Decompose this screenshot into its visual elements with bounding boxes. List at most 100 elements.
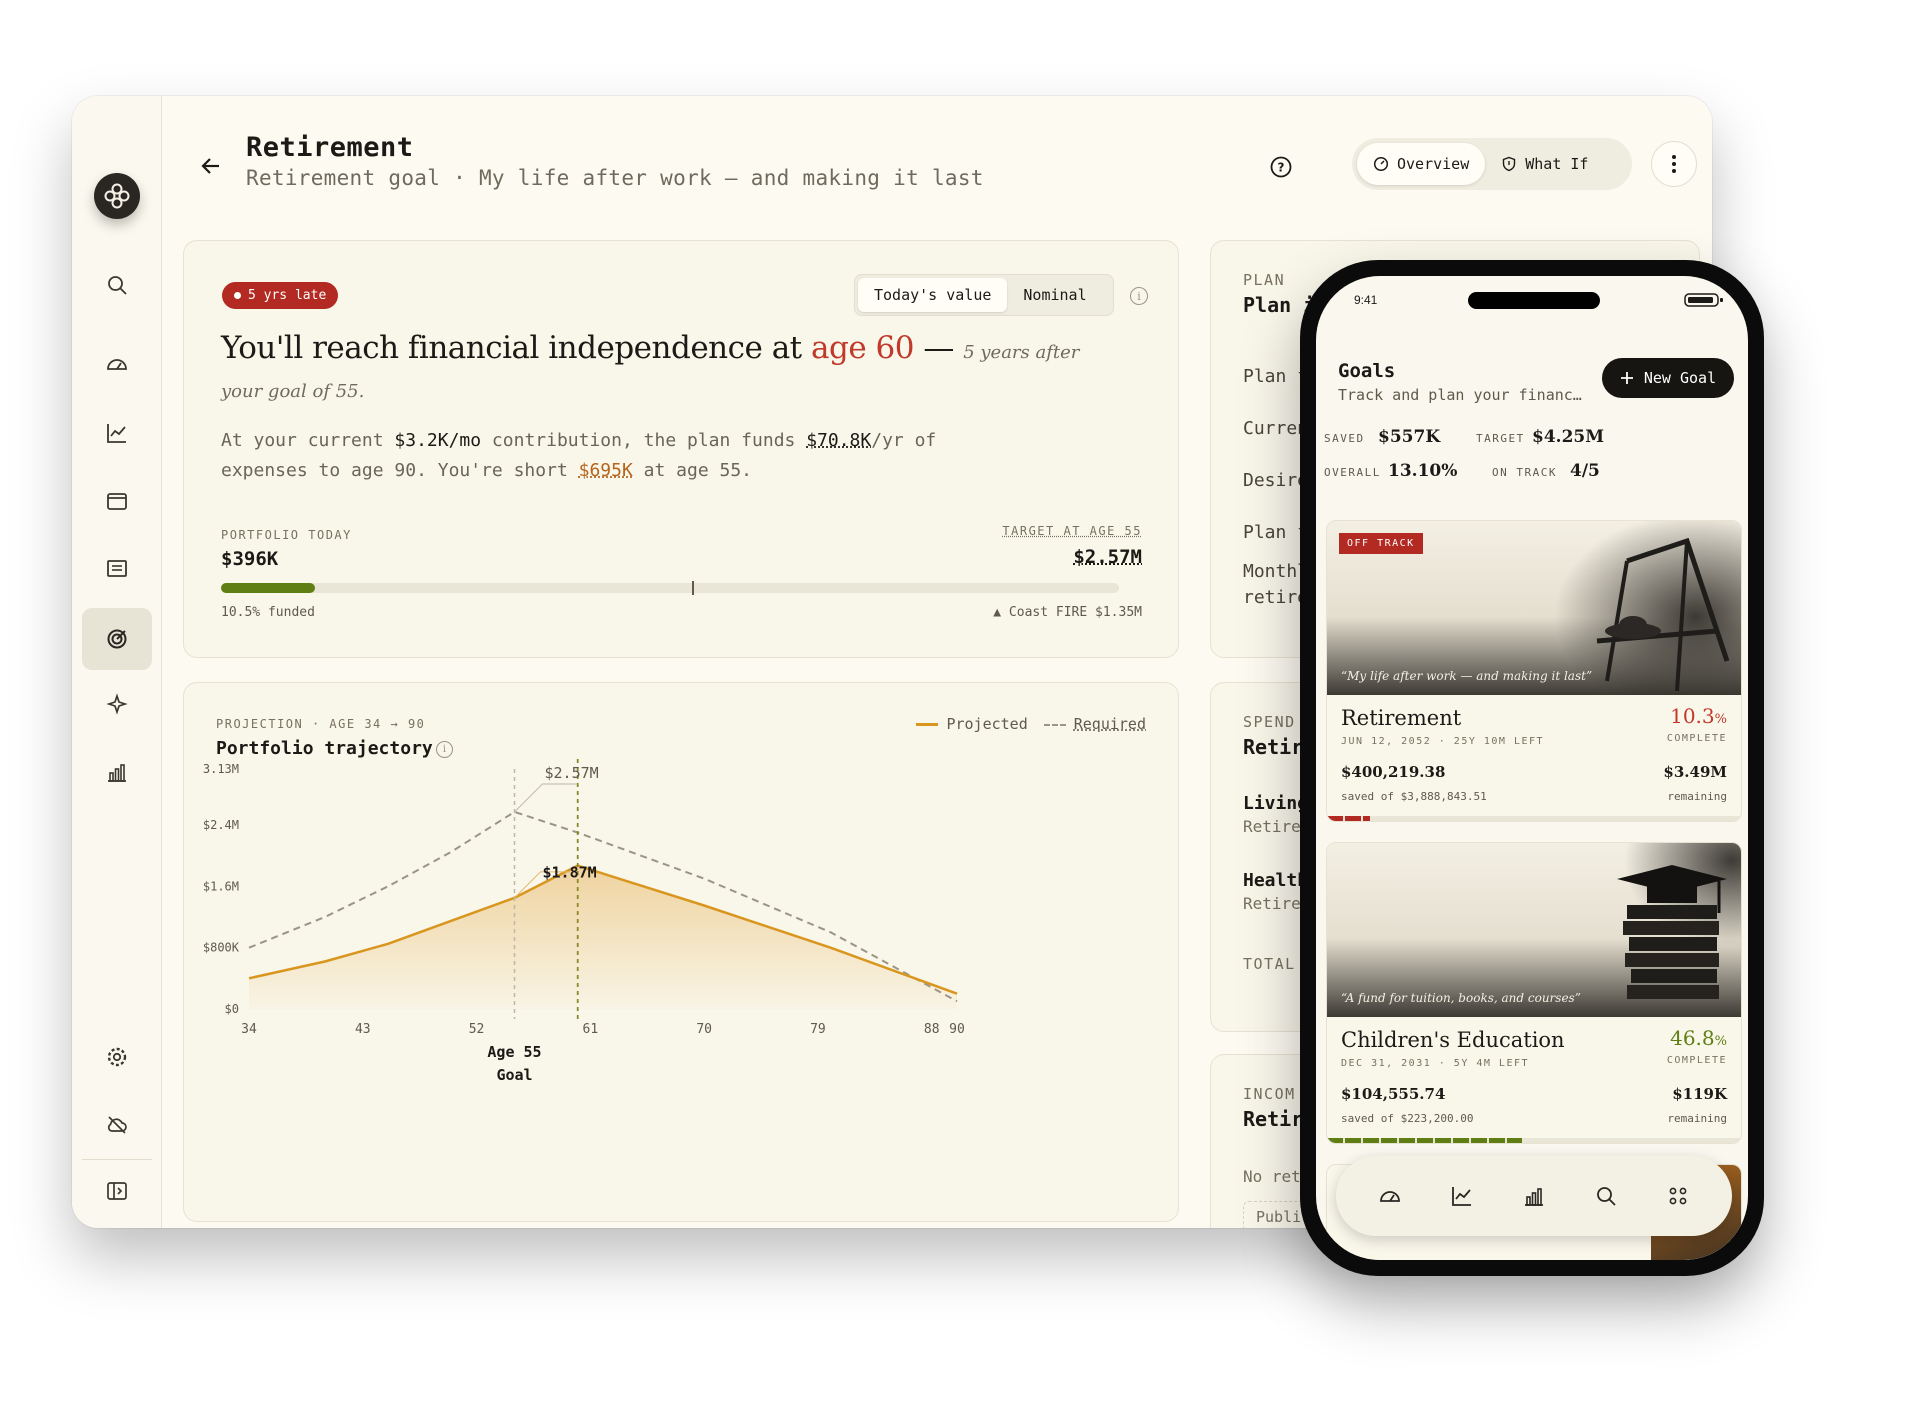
goal-saved: $104,555.74: [1341, 1085, 1446, 1103]
tab-search[interactable]: [1588, 1178, 1624, 1214]
sidebar-item-reports[interactable]: [97, 752, 137, 792]
bottom-tab-bar: [1336, 1156, 1732, 1236]
x-tick-label: 43: [355, 1022, 371, 1037]
chart-line-icon: [107, 424, 126, 443]
tab-overview-label: Overview: [1397, 155, 1470, 173]
toggle-todays-value[interactable]: Today's value: [858, 278, 1008, 312]
goal-quote: “My life after work — and making it last…: [1341, 669, 1593, 683]
back-button[interactable]: [196, 151, 226, 181]
info-icon[interactable]: i: [1130, 287, 1148, 305]
portfolio-trajectory-chart: $0 $800K $1.6M $2.4M 3.13M 34 43 52 61 70 79 88 90 FI…: [203, 753, 965, 1084]
logo-icon: [104, 183, 130, 209]
body-text-4: at age 55.: [632, 460, 753, 481]
sidebar-toggle[interactable]: [97, 1171, 137, 1211]
sidebar-item-accounts[interactable]: [97, 481, 137, 521]
sidebar-item-settings[interactable]: [97, 1037, 137, 1077]
funds-value[interactable]: $70.8K: [806, 430, 871, 451]
fi-headline: You'll reach financial independence at a…: [221, 329, 1121, 407]
projected-callout: $1.87M: [543, 864, 597, 882]
sidebar-item-insights[interactable]: [97, 685, 137, 725]
legend-projected[interactable]: Projected: [916, 715, 1028, 733]
new-goal-button[interactable]: New Goal: [1602, 358, 1734, 398]
legend-required-swatch: [1043, 723, 1066, 726]
stat-target-value: $4.25M: [1532, 427, 1605, 447]
goals-subtitle: Track and plan your financ…: [1338, 386, 1582, 404]
bar-chart-icon: [108, 764, 126, 782]
goal-progress-fill: [1327, 816, 1370, 821]
dot-icon: [234, 292, 241, 299]
fi-summary-card: 5 yrs late Today's value Nominal i You'l…: [183, 240, 1179, 658]
help-icon[interactable]: ?: [1267, 153, 1295, 181]
stat-overall-value: 13.10%: [1388, 461, 1458, 481]
y-tick-label: $0: [225, 1002, 239, 1016]
wallet-icon: [107, 493, 127, 510]
tab-more[interactable]: [1660, 1178, 1696, 1214]
chart-legend: Projected Required: [916, 715, 1146, 733]
x-tick-label: 79: [810, 1022, 826, 1037]
spending-kicker: SPEND: [1243, 713, 1296, 731]
stat-label: TARGET: [1476, 432, 1525, 445]
sidebar-item-transactions[interactable]: [97, 548, 137, 588]
headline-text: You'll reach financial independence at: [221, 330, 811, 366]
more-menu-button[interactable]: [1651, 141, 1697, 187]
tab-dashboard[interactable]: [1372, 1178, 1408, 1214]
goal-remaining: $3.49M: [1663, 763, 1727, 781]
plan-row: Plan f: [1243, 366, 1309, 387]
tab-what-if[interactable]: What If: [1485, 143, 1604, 185]
spending-total-label: TOTAL: [1243, 955, 1296, 973]
sidebar-item-performance[interactable]: [97, 413, 137, 453]
value-mode-toggle: Today's value Nominal: [854, 274, 1114, 316]
plan-row: Monthl: [1243, 561, 1309, 582]
legend-required[interactable]: Required: [1043, 715, 1146, 733]
y-tick-label: $800K: [203, 941, 240, 955]
legend-required-label: Required: [1073, 715, 1146, 733]
page-subtitle: Retirement goal · My life after work — a…: [246, 166, 984, 190]
goal-image-beach-chair: OFF TRACK “My life after work — and maki…: [1327, 521, 1741, 695]
goal-percent-symbol: %: [1714, 1034, 1727, 1049]
fi-age-label: FI · 60: [552, 753, 603, 756]
tab-what-if-label: What If: [1525, 155, 1589, 173]
contribution-value: $3.2K/mo: [394, 430, 482, 451]
shortfall-value[interactable]: $695K: [579, 460, 633, 481]
goal-percent: 46.8%: [1670, 1026, 1727, 1050]
projection-kicker: PROJECTION · AGE 34 → 90: [216, 717, 426, 731]
new-goal-label: New Goal: [1643, 369, 1717, 387]
goals-title: Goals: [1338, 360, 1396, 382]
tab-performance[interactable]: [1444, 1178, 1480, 1214]
sidebar-item-goals[interactable]: [97, 619, 137, 659]
toggle-nominal[interactable]: Nominal: [1007, 278, 1102, 312]
goal-saved: $400,219.38: [1341, 763, 1446, 781]
goal-card-childrens-education[interactable]: “A fund for tuition, books, and courses”…: [1326, 842, 1742, 1144]
status-badge: 5 yrs late: [222, 282, 339, 309]
sidebar-item-dashboard[interactable]: [97, 344, 137, 384]
tab-overview[interactable]: Overview: [1357, 143, 1486, 185]
tab-reports[interactable]: [1516, 1178, 1552, 1214]
sidebar-divider: [82, 1159, 152, 1160]
stat-label: OVERALL: [1324, 466, 1381, 479]
shield-icon: [1503, 156, 1516, 172]
stat-on-track-value: 4/5: [1570, 461, 1600, 481]
portfolio-today-label: PORTFOLIO TODAY: [221, 528, 352, 542]
sidebar-item-sync[interactable]: [97, 1105, 137, 1145]
goal-remaining-label: remaining: [1667, 1112, 1727, 1125]
goal-image-graduation-books: “A fund for tuition, books, and courses”: [1327, 843, 1741, 1017]
gear-icon: [107, 1047, 127, 1067]
target-label: TARGET AT AGE 55: [1002, 524, 1142, 538]
stat-saved-value: $557K: [1378, 427, 1441, 447]
income-title: Retir: [1243, 1107, 1304, 1131]
x-tick-label: 34: [241, 1022, 257, 1037]
goal-card-retirement[interactable]: OFF TRACK “My life after work — and maki…: [1326, 520, 1742, 822]
app-logo[interactable]: [94, 173, 140, 219]
sidebar-item-search[interactable]: [97, 265, 137, 305]
x-tick-label: 90: [949, 1022, 965, 1037]
fi-explanation: At your current $3.2K/mo contribution, t…: [221, 426, 1001, 486]
target-value: $2.57M: [1073, 546, 1142, 568]
plan-row: Plan f: [1243, 522, 1309, 543]
funded-progress-fill: [221, 583, 316, 593]
phone-screen: 9:41 Goals Track and plan your financ… N…: [1316, 276, 1748, 1260]
funded-progress-bar: [221, 581, 1119, 595]
required-callout-leader: [514, 783, 577, 813]
stat-label: ON TRACK: [1492, 466, 1557, 479]
portfolio-today-value: $396K: [221, 548, 279, 570]
goal-saved-of: saved of $223,200.00: [1341, 1112, 1474, 1125]
